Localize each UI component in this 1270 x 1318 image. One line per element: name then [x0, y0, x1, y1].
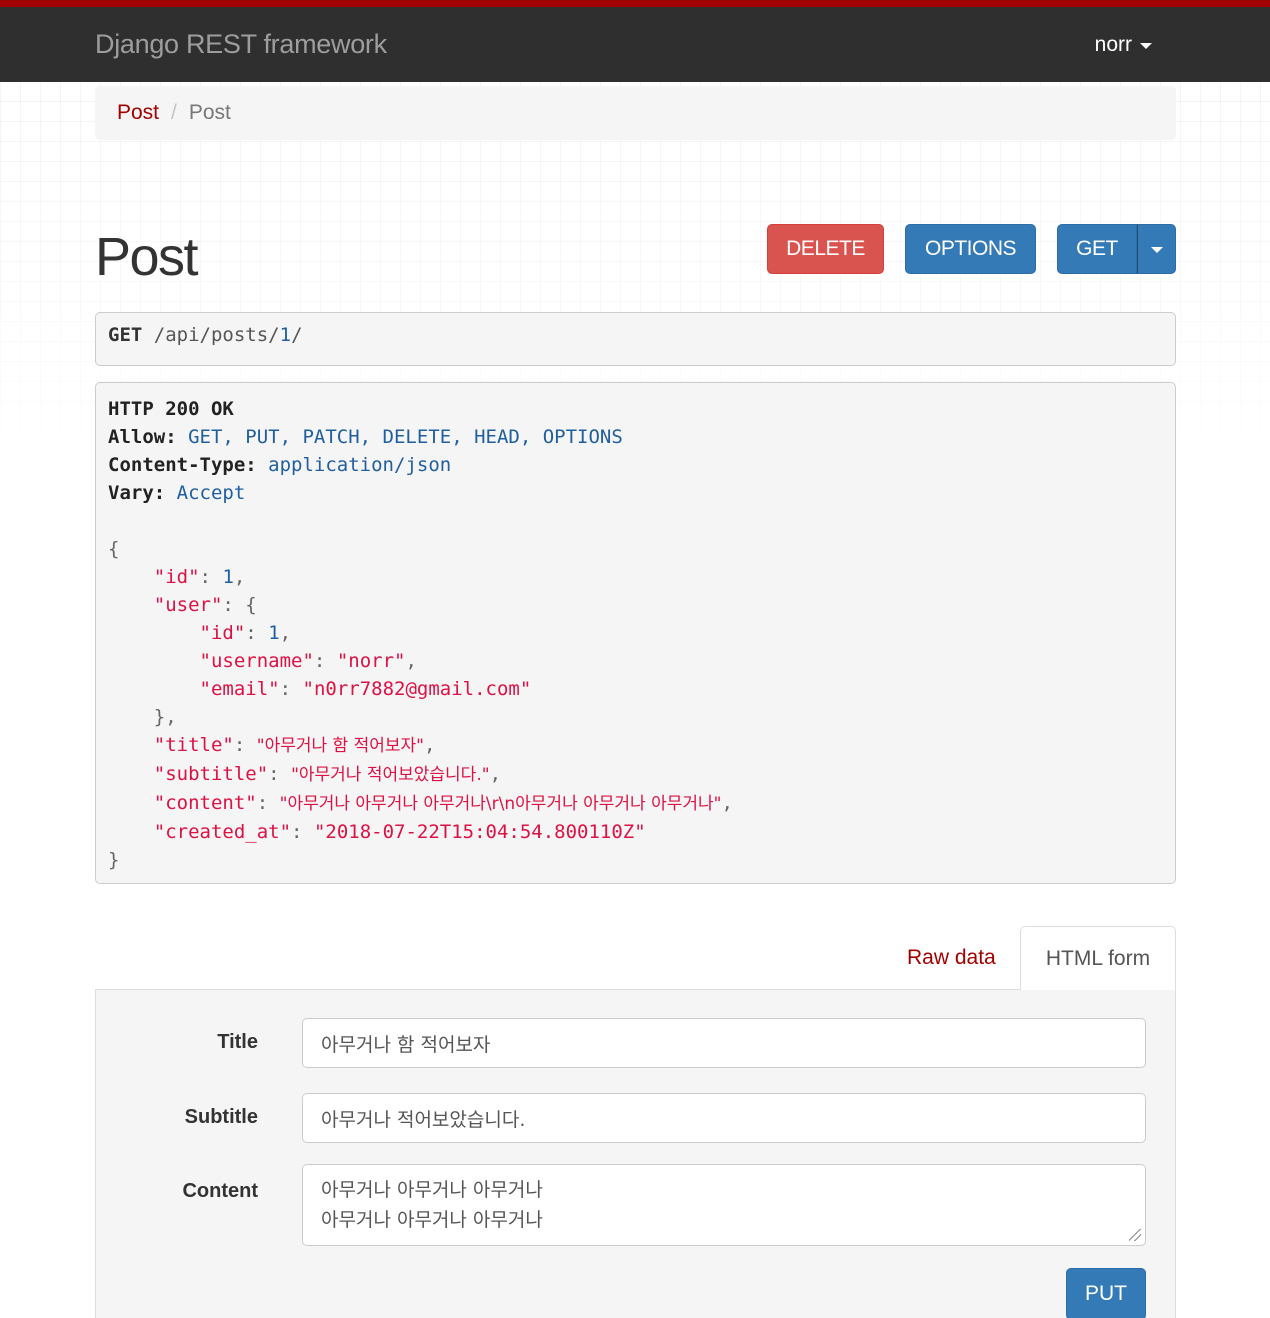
breadcrumb: Post / Post	[95, 86, 1176, 140]
content-label: Content	[182, 1180, 258, 1202]
header-value-allow: GET, PUT, PATCH, DELETE, HEAD, OPTIONS	[188, 426, 623, 448]
subtitle-label: Subtitle	[184, 1106, 258, 1128]
get-format-dropdown-toggle[interactable]	[1137, 224, 1176, 274]
request-method: GET	[108, 324, 143, 346]
json-content: "아무거나 아무거나 아무거나\r\n아무거나 아무거나 아무거나"	[279, 794, 722, 814]
json-title: "아무거나 함 적어보자"	[256, 736, 424, 756]
json-user-id: 1	[268, 622, 280, 644]
breadcrumb-link-post[interactable]: Post	[117, 101, 159, 125]
json-subtitle: "아무거나 적어보았습니다."	[291, 765, 490, 785]
resize-handle-icon[interactable]	[1129, 1229, 1141, 1241]
header-name-allow: Allow:	[108, 426, 177, 448]
request-info: GET /api/posts/1/	[95, 312, 1176, 366]
json-created-at: "2018-07-22T15:04:54.800110Z"	[313, 821, 646, 843]
page-title: Post	[95, 227, 199, 287]
tab-raw-data[interactable]: Raw data	[907, 946, 996, 970]
page-header: Post DELETE OPTIONS GET GET /api/posts/1…	[95, 140, 1176, 1318]
header-name-content-type: Content-Type:	[108, 454, 257, 476]
response-info: HTTP 200 OK Allow: GET, PUT, PATCH, DELE…	[95, 382, 1176, 884]
content-line-1: 아무거나 아무거나 아무거나	[321, 1179, 543, 1201]
header-name-vary: Vary:	[108, 482, 166, 504]
get-button-group: GET	[1057, 224, 1176, 274]
title-field[interactable]: 아무거나 함 적어보자	[302, 1018, 1146, 1068]
title-label: Title	[217, 1031, 258, 1053]
form-tabs: Raw data HTML form	[95, 926, 1176, 991]
main-container: Post / Post Post DELETE OPTIONS GET GET …	[95, 86, 1176, 1318]
put-button[interactable]: PUT	[1066, 1268, 1146, 1318]
username-label: norr	[1094, 33, 1132, 56]
brand-link[interactable]: Django REST framework	[95, 29, 387, 60]
subtitle-field[interactable]: 아무거나 적어보았습니다.	[302, 1093, 1146, 1143]
json-username: "norr"	[336, 650, 406, 672]
get-button[interactable]: GET	[1057, 224, 1137, 274]
header-value-content-type: application/json	[268, 454, 452, 476]
navbar: Django REST framework norr	[0, 0, 1270, 82]
breadcrumb-active-post: Post	[188, 101, 231, 124]
json-id: 1	[222, 566, 234, 588]
json-email: "n0rr7882@gmail.com"	[302, 678, 532, 700]
request-path-prefix: /api/posts/	[153, 324, 280, 346]
breadcrumb-separator: /	[171, 101, 177, 124]
html-form-panel: Title 아무거나 함 적어보자 Subtitle 아무거나 적어보았습니다.…	[95, 989, 1176, 1318]
request-path-id: 1	[279, 324, 292, 346]
content-line-2: 아무거나 아무거나 아무거나	[321, 1209, 543, 1231]
delete-button[interactable]: DELETE	[767, 224, 884, 274]
caret-down-icon	[1140, 43, 1152, 49]
caret-down-icon	[1150, 247, 1163, 253]
header-value-vary: Accept	[176, 482, 246, 504]
options-button[interactable]: OPTIONS	[905, 224, 1036, 274]
tab-html-form[interactable]: HTML form	[1020, 926, 1176, 991]
user-menu-toggle[interactable]: norr	[1095, 33, 1152, 57]
request-path-suffix: /	[291, 324, 303, 346]
content-textarea[interactable]: 아무거나 아무거나 아무거나 아무거나 아무거나 아무거나	[302, 1164, 1146, 1246]
response-status: HTTP 200 OK	[108, 398, 234, 420]
